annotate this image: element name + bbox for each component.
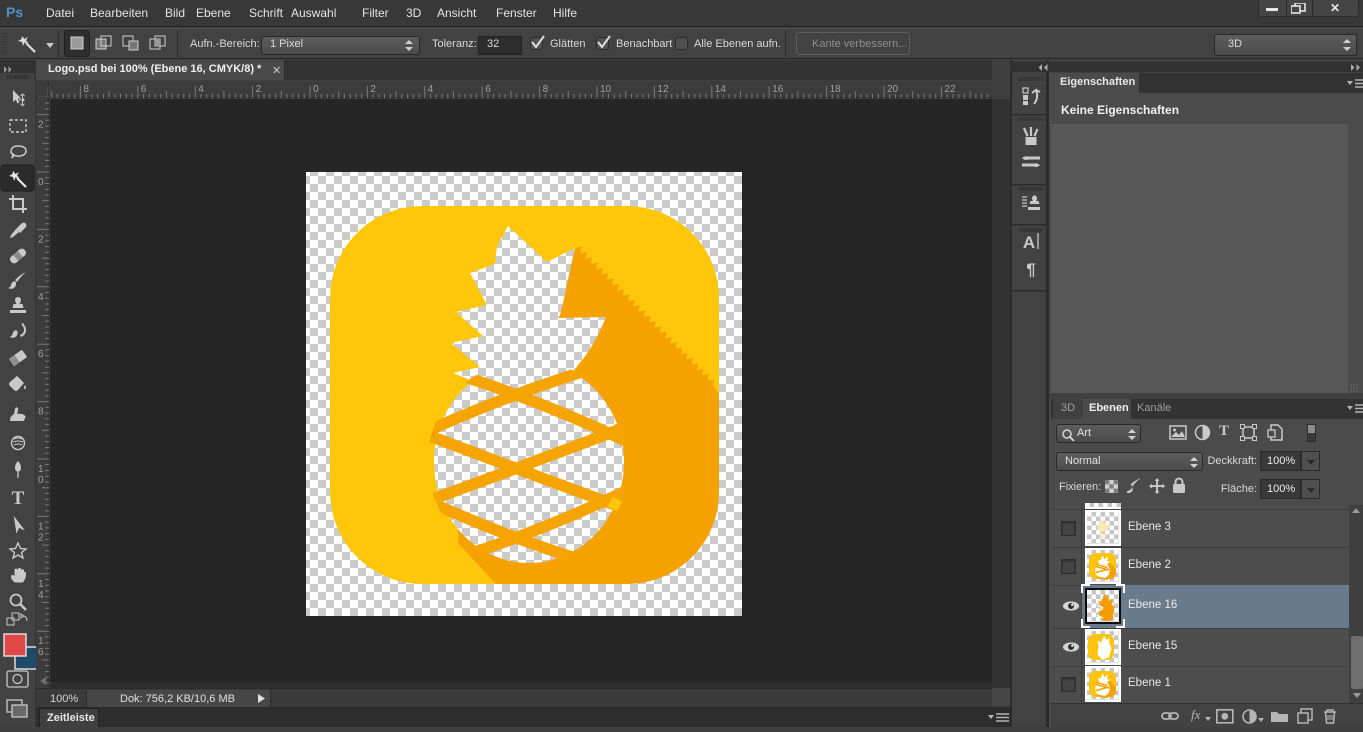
svg-text:14: 14 (715, 84, 727, 95)
svg-text:16: 16 (772, 84, 784, 95)
svg-text:10: 10 (600, 84, 612, 95)
svg-text:A: A (1023, 233, 1035, 252)
svg-text:8: 8 (83, 84, 89, 95)
svg-text:2: 2 (370, 84, 376, 95)
svg-text:4: 4 (198, 84, 204, 95)
svg-text:1: 1 (38, 464, 44, 475)
svg-text:6: 6 (485, 84, 491, 95)
svg-text:20: 20 (887, 84, 899, 95)
svg-text:6: 6 (38, 647, 44, 658)
svg-text:1: 1 (38, 521, 44, 532)
svg-text:18: 18 (830, 84, 842, 95)
svg-text:0: 0 (38, 475, 44, 486)
svg-text:2: 2 (38, 234, 44, 245)
svg-text:2: 2 (38, 532, 44, 543)
svg-text:22: 22 (944, 84, 956, 95)
svg-text:T: T (12, 488, 25, 509)
svg-text:0: 0 (38, 177, 44, 188)
svg-text:6: 6 (141, 84, 147, 95)
svg-text:1: 1 (38, 579, 44, 590)
svg-text:1: 1 (38, 636, 44, 647)
svg-text:6: 6 (38, 349, 44, 360)
svg-text:12: 12 (657, 84, 669, 95)
svg-text:4: 4 (38, 590, 44, 601)
svg-text:4: 4 (428, 84, 434, 95)
svg-text:2: 2 (256, 84, 262, 95)
svg-text:4: 4 (38, 292, 44, 303)
svg-text:8: 8 (38, 407, 44, 418)
svg-text:2: 2 (38, 120, 44, 131)
svg-text:8: 8 (543, 84, 549, 95)
svg-text:0: 0 (313, 84, 319, 95)
svg-text:¶: ¶ (1026, 260, 1035, 279)
